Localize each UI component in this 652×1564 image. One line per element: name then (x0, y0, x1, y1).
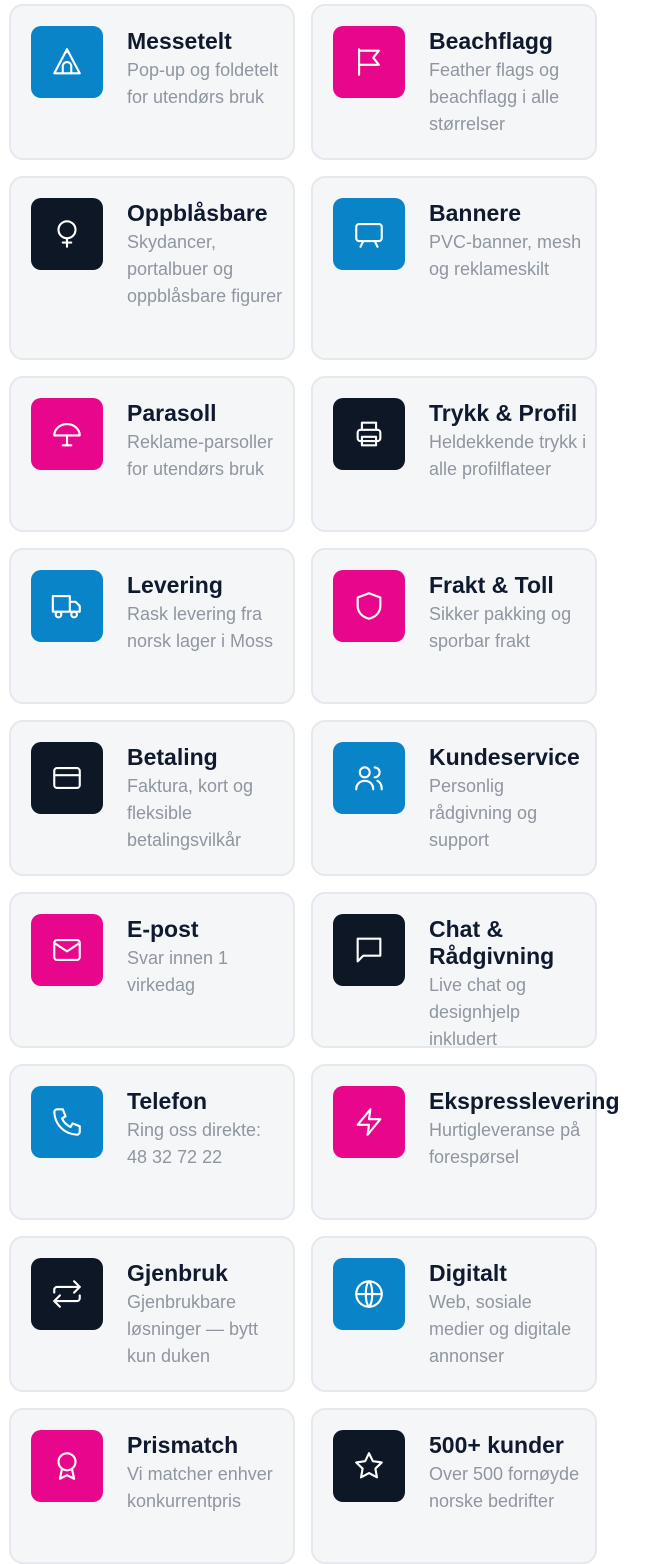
feature-card-frakt-toll: Frakt & Toll Sikker pakking og sporbar f… (311, 548, 597, 704)
card-description: Faktura, kort og fleksible betalingsvilk… (127, 776, 254, 850)
feature-card-gjenbruk: Gjenbruk Gjenbrukbare løsninger — bytt k… (9, 1236, 295, 1392)
card-title: Digitalt (429, 1260, 507, 1286)
printer-icon (333, 398, 405, 470)
lightning-icon (333, 1086, 405, 1158)
card-description: Feather flags og beachflagg i alle størr… (429, 60, 560, 134)
feature-card-telefon: Telefon Ring oss direkte: 48 32 72 22 (9, 1064, 295, 1220)
card-title: Oppblåsbare (127, 200, 268, 226)
feature-card-digitalt: Digitalt Web, sosiale medier og digitale… (311, 1236, 597, 1392)
card-title: Frakt & Toll (429, 572, 554, 598)
card-title: Chat & Rådgivning (429, 916, 555, 969)
flag-icon (333, 26, 405, 98)
truck-icon (31, 570, 103, 642)
card-title: Messetelt (127, 28, 232, 54)
card-description: PVC-banner, mesh og reklameskilt (429, 232, 582, 279)
feature-card-levering: Levering Rask levering fra norsk lager i… (9, 548, 295, 704)
feature-card-parasoll: Parasoll Reklame-parsoller for utendørs … (9, 376, 295, 532)
card-description: Personlig rådgivning og support (429, 776, 538, 850)
umbrella-icon (31, 398, 103, 470)
globe-icon (333, 1258, 405, 1330)
card-title: 500+ kunder (429, 1432, 564, 1458)
feature-card-ekspresslevering: Ekspresslevering Hurtigleveranse på fore… (311, 1064, 620, 1220)
balloon-icon (31, 198, 103, 270)
card-title: Trykk & Profil (429, 400, 578, 426)
users-icon (333, 742, 405, 814)
feature-card-bannere: Bannere PVC-banner, mesh og reklameskilt (311, 176, 597, 360)
card-description: Sikker pakking og sporbar frakt (429, 604, 572, 651)
feature-card-kundeservice: Kundeservice Personlig rådgivning og sup… (311, 720, 597, 876)
card-description: Rask levering fra norsk lager i Moss (127, 604, 274, 651)
card-title: Levering (127, 572, 223, 598)
card-title: Beachflagg (429, 28, 553, 54)
star-icon (333, 1430, 405, 1502)
easel-icon (333, 198, 405, 270)
feature-card-500-kunder: 500+ kunder Over 500 fornøyde norske bed… (311, 1408, 597, 1564)
feature-card-messetelt: Messetelt Pop-up og foldetelt for utendø… (9, 4, 295, 160)
feature-card-trykk-profil: Trykk & Profil Heldekkende trykk i alle … (311, 376, 597, 532)
card-title: Kundeservice (429, 744, 580, 770)
card-description: Over 500 fornøyde norske bedrifter (429, 1464, 580, 1511)
phone-icon (31, 1086, 103, 1158)
card-description: Heldekkende trykk i alle profilflateer (429, 432, 587, 479)
card-title: Prismatch (127, 1432, 239, 1458)
card-title: E-post (127, 916, 199, 942)
card-description: Pop-up og foldetelt for utendørs bruk (127, 60, 279, 107)
card-title: Telefon (127, 1088, 208, 1114)
award-icon (31, 1430, 103, 1502)
card-description: Gjenbrukbare løsninger — bytt kun duken (127, 1292, 259, 1366)
credit-card-icon (31, 742, 103, 814)
card-title: Betaling (127, 744, 218, 770)
card-title: Gjenbruk (127, 1260, 228, 1286)
mail-icon (31, 914, 103, 986)
repeat-icon (31, 1258, 103, 1330)
card-title: Parasoll (127, 400, 217, 426)
tent-icon (31, 26, 103, 98)
card-description: Live chat og designhjelp inkludert (429, 975, 527, 1049)
chat-icon (333, 914, 405, 986)
feature-card-betaling: Betaling Faktura, kort og fleksible beta… (9, 720, 295, 876)
card-description: Hurtigleveranse på forespørsel (429, 1120, 581, 1167)
card-description: Ring oss direkte: 48 32 72 22 (127, 1120, 262, 1167)
feature-card-prismatch: Prismatch Vi matcher enhver konkurrentpr… (9, 1408, 295, 1564)
card-description: Svar innen 1 virkedag (127, 948, 229, 995)
shield-icon (333, 570, 405, 642)
card-description: Skydancer, portalbuer og oppblåsbare fig… (127, 232, 283, 306)
feature-card-oppblasbare: Oppblåsbare Skydancer, portalbuer og opp… (9, 176, 295, 360)
feature-card-e-post: E-post Svar innen 1 virkedag (9, 892, 295, 1048)
feature-card-chat-radgivning: Chat & Rådgivning Live chat og designhje… (311, 892, 597, 1049)
feature-card-beachflagg: Beachflagg Feather flags og beachflagg i… (311, 4, 597, 160)
card-title: Ekspresslevering (429, 1088, 620, 1114)
card-title: Bannere (429, 200, 522, 226)
card-description: Web, sosiale medier og digitale annonser (429, 1292, 572, 1366)
card-description: Vi matcher enhver konkurrentpris (127, 1464, 273, 1511)
card-description: Reklame-parsoller for utendørs bruk (127, 432, 274, 479)
